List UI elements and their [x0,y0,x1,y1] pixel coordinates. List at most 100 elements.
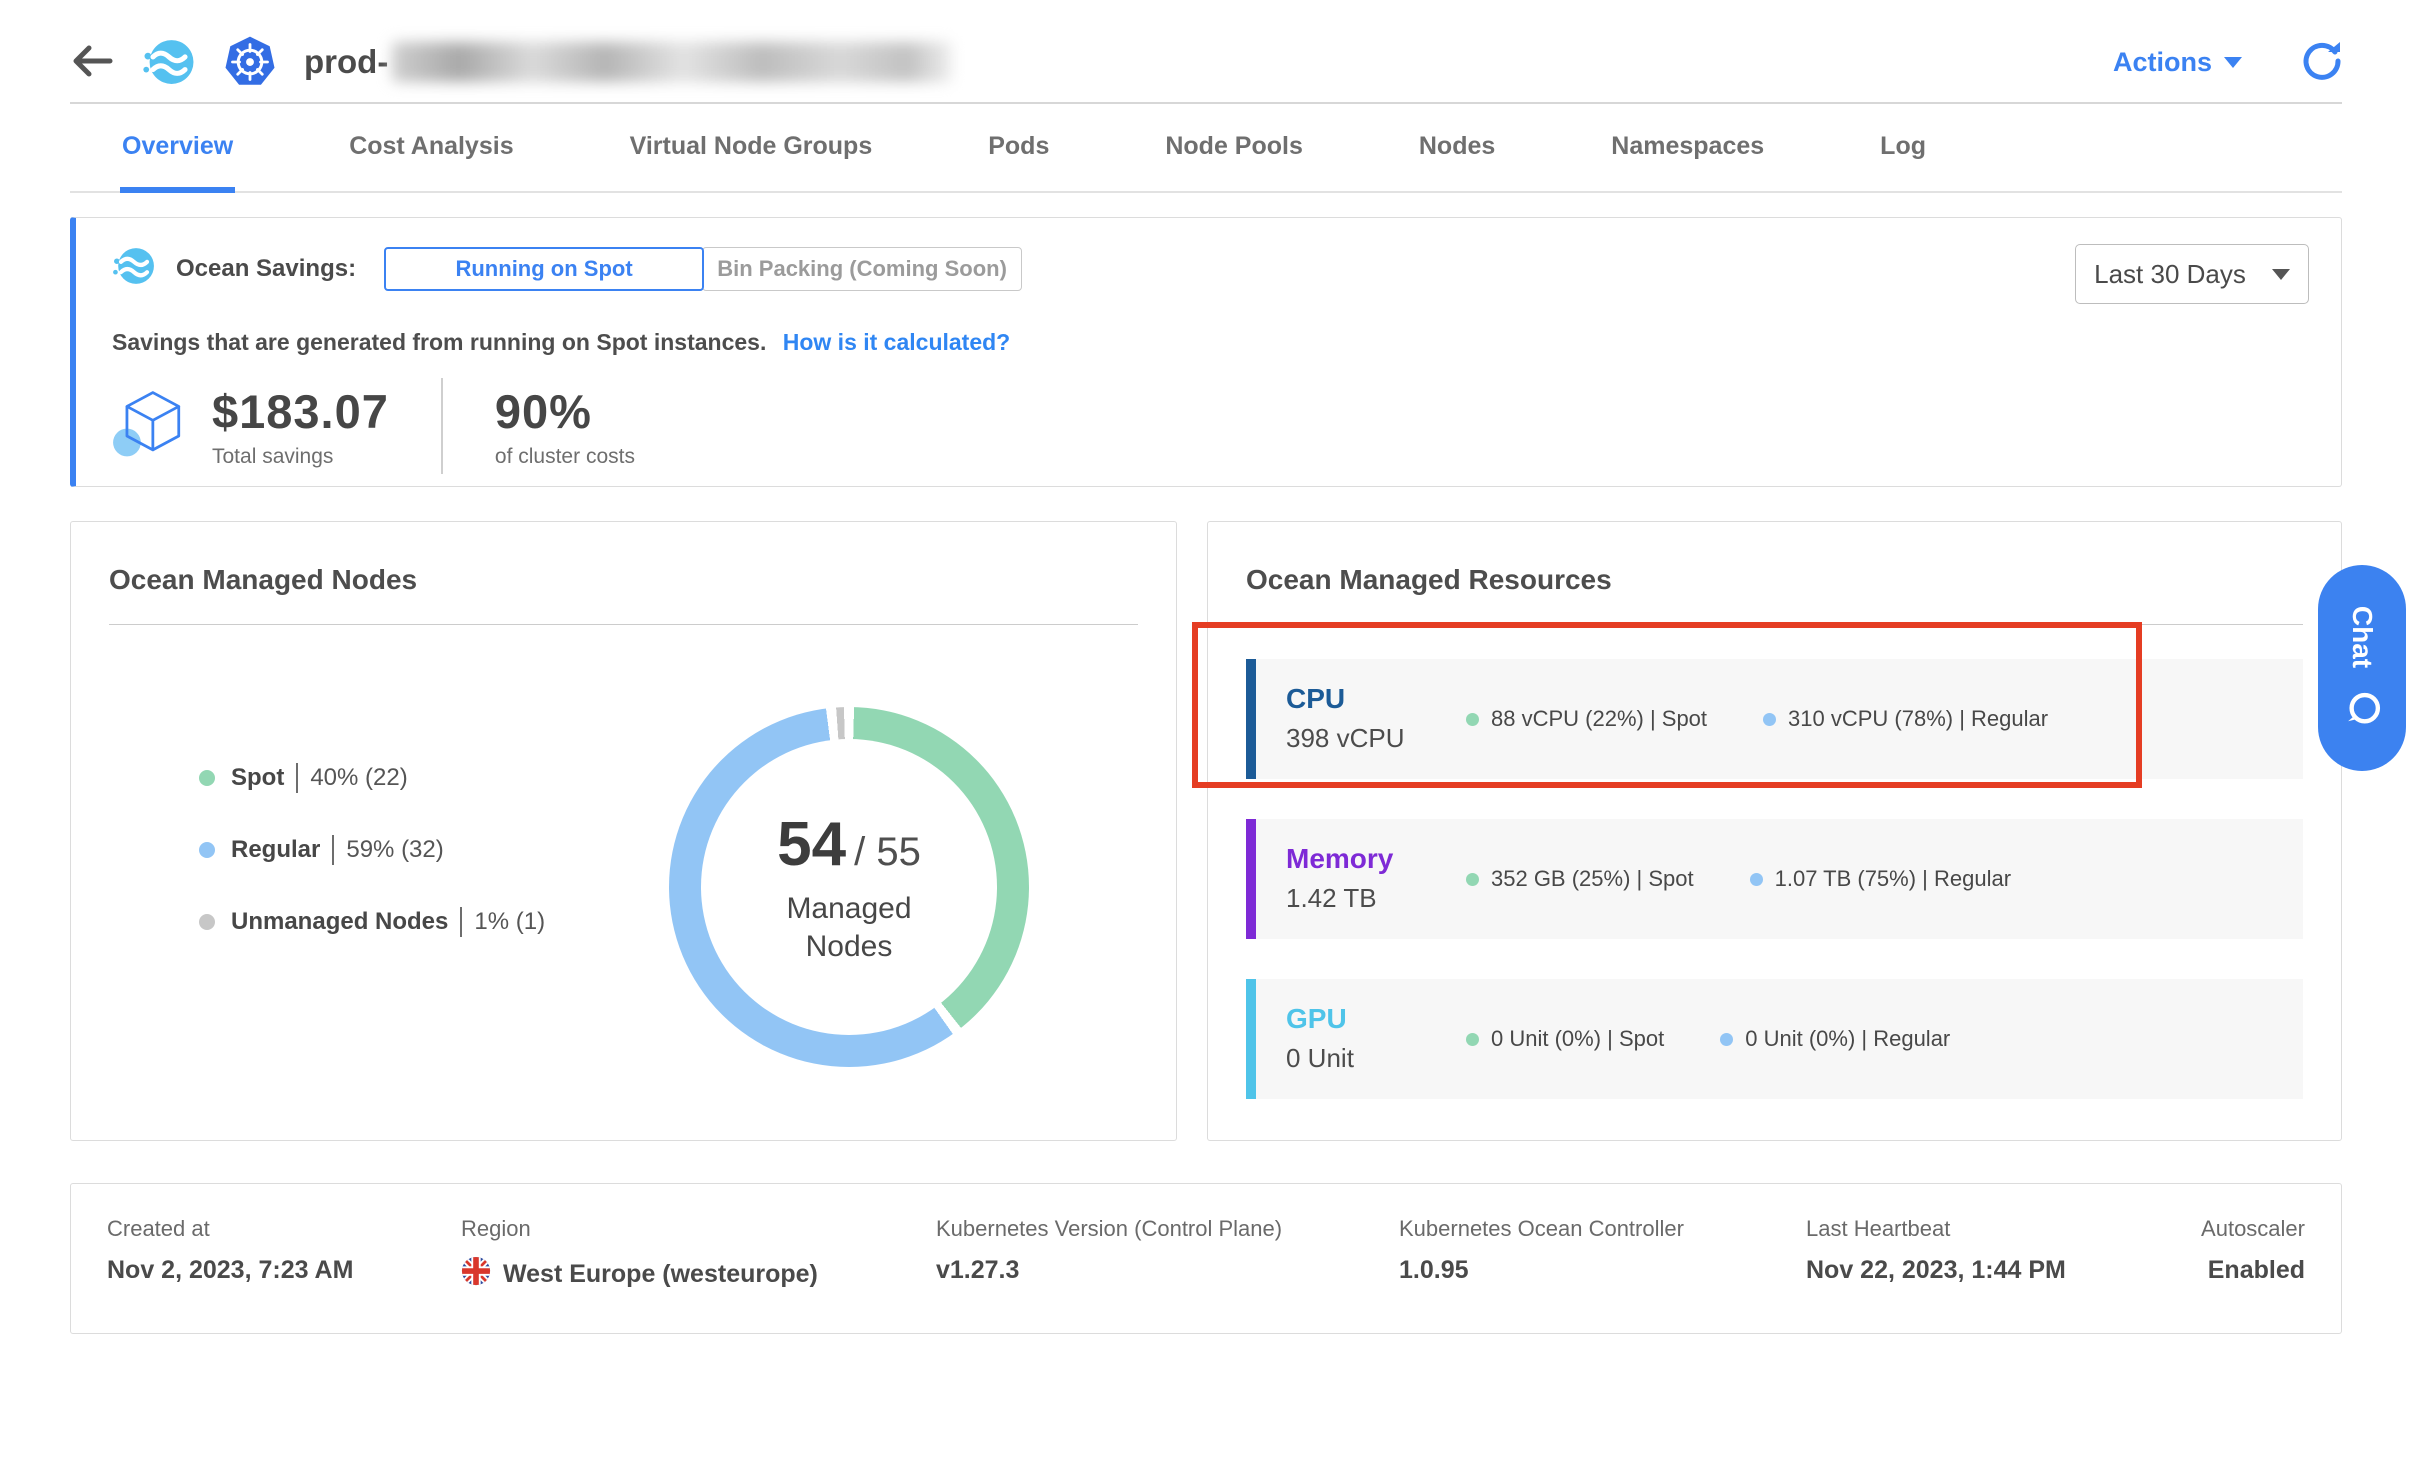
region-value-row: West Europe (westeurope) [461,1256,936,1293]
savings-stats-row: $183.07 Total savings 90% of cluster cos… [112,378,2305,474]
tab-node-pools[interactable]: Node Pools [1163,104,1305,193]
tab-bar: Overview Cost Analysis Virtual Node Grou… [70,104,2342,193]
chevron-down-icon [2272,269,2290,280]
regular-dot-icon [1763,713,1776,726]
total-count: / 55 [854,830,921,875]
managed-nodes-donut-chart: 54 / 55 Managed Nodes [669,707,1029,1067]
legend-separator [332,835,334,865]
nodes-card-body: Spot 40% (22) Regular 59% (32) Unmanaged… [109,625,1138,937]
ocean-savings-panel: Ocean Savings: Running on Spot Bin Packi… [70,217,2342,487]
resources-card-title: Ocean Managed Resources [1246,556,2303,596]
running-on-spot-toggle[interactable]: Running on Spot [384,247,704,291]
savings-description-text: Savings that are generated from running … [112,329,766,355]
back-button[interactable] [70,41,116,84]
savings-description: Savings that are generated from running … [112,329,2305,356]
gpu-spot-detail: 0 Unit (0%) | Spot [1466,1026,1664,1052]
period-dropdown[interactable]: Last 30 Days [2075,244,2309,304]
legend-item-spot: Spot 40% (22) [199,763,545,793]
chat-button-label: Chat [2346,606,2378,668]
created-at-col: Created at Nov 2, 2023, 7:23 AM [107,1216,461,1293]
last-heartbeat-col: Last Heartbeat Nov 22, 2023, 1:44 PM [1806,1216,2176,1293]
regular-legend-dot [199,842,215,858]
tab-overview[interactable]: Overview [120,104,235,193]
cluster-cost-percent-value: 90% [495,384,635,439]
chat-button-inner: Chat [2318,565,2406,771]
tab-namespaces[interactable]: Namespaces [1609,104,1766,193]
autoscaler-value: Enabled [2208,1256,2305,1285]
ocean-managed-nodes-card: Ocean Managed Nodes Spot 40% (22) Regula… [70,521,1177,1141]
created-at-label: Created at [107,1216,461,1242]
actions-button[interactable]: Actions [2113,47,2242,78]
gpu-resource-row: GPU 0 Unit 0 Unit (0%) | Spot 0 Unit (0%… [1246,979,2303,1099]
autoscaler-col: Autoscaler Enabled [2176,1216,2305,1293]
header: prod- Actions [0,0,2412,102]
refresh-button[interactable] [2302,41,2342,84]
how-calculated-link[interactable]: How is it calculated? [783,329,1011,355]
savings-mode-toggle: Running on Spot Bin Packing (Coming Soon… [384,247,1022,291]
total-savings-stat: $183.07 Total savings [212,384,389,469]
spot-legend-dot [199,770,215,786]
unmanaged-legend-dot [199,914,215,930]
memory-spot-detail: 352 GB (25%) | Spot [1466,866,1694,892]
cluster-info-bar: Created at Nov 2, 2023, 7:23 AM Region [70,1183,2342,1334]
cpu-spot-detail: 88 vCPU (22%) | Spot [1466,706,1707,732]
managed-nodes-label: Managed Nodes [764,890,934,965]
chat-bubble-icon [2340,688,2385,730]
cpu-resource-row: CPU 398 vCPU 88 vCPU (22%) | Spot 310 vC… [1246,659,2303,779]
ocean-managed-resources-card: Ocean Managed Resources CPU 398 vCPU 88 … [1207,521,2342,1141]
savings-cube-icon [112,387,190,466]
memory-accent-bar [1246,819,1256,939]
page-title: prod- [304,42,952,82]
regular-legend-label: Regular [231,836,320,864]
spot-dot-icon [1466,873,1479,886]
k8s-version-label: Kubernetes Version (Control Plane) [936,1216,1399,1242]
stat-divider [441,378,443,474]
legend-item-unmanaged: Unmanaged Nodes 1% (1) [199,907,545,937]
back-arrow-icon [70,41,116,84]
spot-legend-value: 40% (22) [310,764,407,792]
memory-spot-text: 352 GB (25%) | Spot [1491,866,1694,892]
chevron-down-icon [2224,57,2242,68]
bin-packing-toggle[interactable]: Bin Packing (Coming Soon) [702,247,1022,291]
cpu-regular-text: 310 vCPU (78%) | Regular [1788,706,2048,732]
cluster-cost-percent-label: of cluster costs [495,445,635,469]
memory-total-value: 1.42 TB [1286,883,1466,914]
spot-dot-icon [1466,713,1479,726]
nodes-legend: Spot 40% (22) Regular 59% (32) Unmanaged… [199,763,545,937]
region-label: Region [461,1216,936,1242]
gpu-main: GPU 0 Unit [1256,979,1466,1099]
regular-dot-icon [1750,873,1763,886]
cpu-main: CPU 398 vCPU [1256,659,1466,779]
tab-virtual-node-groups[interactable]: Virtual Node Groups [628,104,875,193]
ocean-logo-icon [142,35,196,89]
resource-rows: CPU 398 vCPU 88 vCPU (22%) | Spot 310 vC… [1246,659,2303,1099]
total-savings-label: Total savings [212,445,389,469]
donut-center-text: 54 / 55 Managed Nodes [669,707,1029,1067]
legend-item-regular: Regular 59% (32) [199,835,545,865]
gpu-spot-text: 0 Unit (0%) | Spot [1491,1026,1664,1052]
ocean-controller-value: 1.0.95 [1399,1256,1806,1285]
unmanaged-legend-label: Unmanaged Nodes [231,908,448,936]
cards-row: Ocean Managed Nodes Spot 40% (22) Regula… [70,521,2342,1141]
gpu-total-value: 0 Unit [1286,1043,1466,1074]
tab-nodes[interactable]: Nodes [1417,104,1497,193]
cluster-name-redacted [392,42,952,82]
unmanaged-legend-value: 1% (1) [474,908,545,936]
cluster-name-prefix: prod- [304,43,388,81]
cpu-total-value: 398 vCPU [1286,723,1466,754]
tab-log[interactable]: Log [1878,104,1928,193]
refresh-icon [2302,41,2342,84]
regular-legend-value: 59% (32) [346,836,443,864]
tab-cost-analysis[interactable]: Cost Analysis [347,104,515,193]
k8s-version-col: Kubernetes Version (Control Plane) v1.27… [936,1216,1399,1293]
cpu-spot-text: 88 vCPU (22%) | Spot [1491,706,1707,732]
savings-panel-label: Ocean Savings: [176,255,356,283]
gpu-accent-bar [1246,979,1256,1099]
gpu-regular-detail: 0 Unit (0%) | Regular [1720,1026,1950,1052]
chat-button[interactable]: Chat [2318,565,2406,771]
k8s-version-value: v1.27.3 [936,1256,1399,1285]
memory-regular-text: 1.07 TB (75%) | Regular [1775,866,2011,892]
regular-dot-icon [1720,1033,1733,1046]
tab-pods[interactable]: Pods [986,104,1051,193]
last-heartbeat-value: Nov 22, 2023, 1:44 PM [1806,1256,2176,1285]
